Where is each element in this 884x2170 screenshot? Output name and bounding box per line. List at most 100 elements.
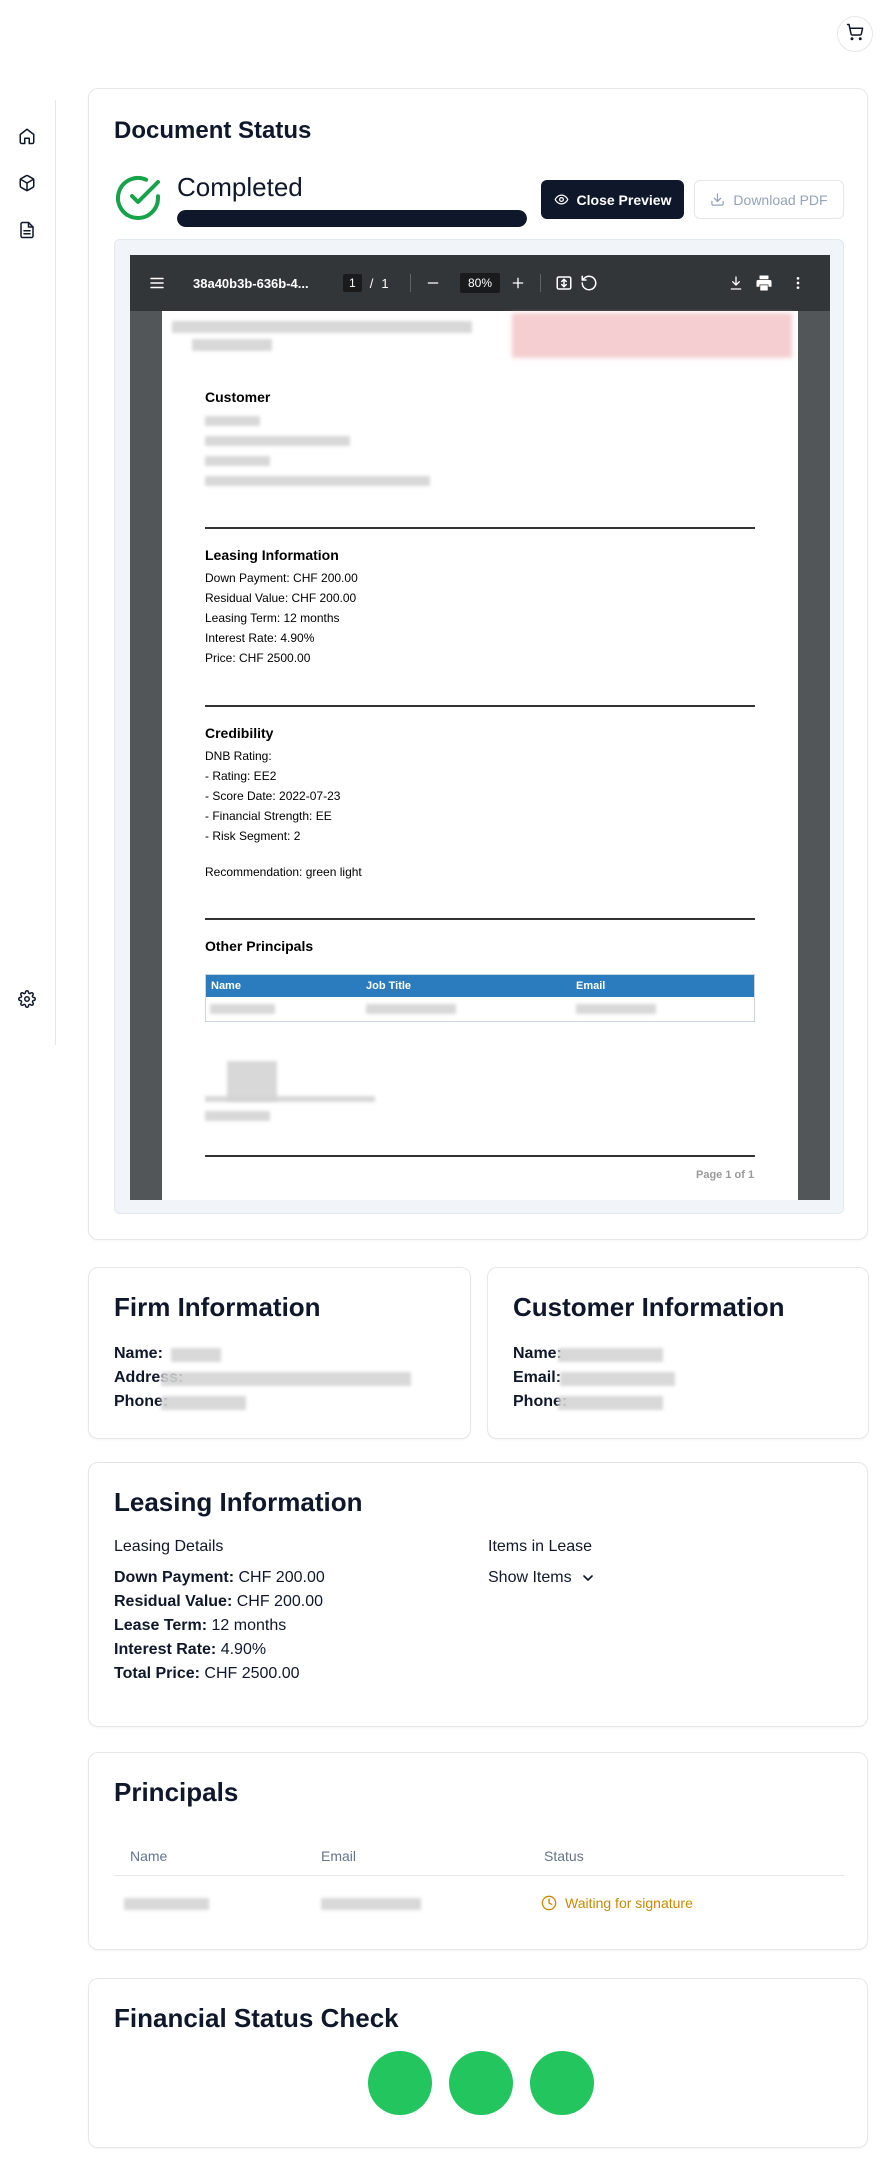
pdf-leasing-heading: Leasing Information <box>205 547 339 563</box>
status-indicator <box>368 2051 432 2115</box>
menu-icon[interactable] <box>148 255 166 311</box>
status-badge: Waiting for signature <box>541 1895 693 1911</box>
pdf-leasing-line: Down Payment: CHF 200.00 <box>205 571 358 585</box>
lease-term-row: Lease Term: 12 months <box>114 1617 286 1635</box>
status-text: Waiting for signature <box>565 1895 693 1911</box>
show-items-label: Show Items <box>488 1569 572 1586</box>
row-value: CHF 200.00 <box>236 1593 323 1610</box>
pdf-credibility-heading: Credibility <box>205 725 274 741</box>
pdf-leasing-line: Interest Rate: 4.90% <box>205 631 315 645</box>
eye-icon <box>554 194 568 205</box>
row-value: 4.90% <box>220 1641 267 1658</box>
pdf-credibility-line: - Risk Segment: 2 <box>205 829 301 843</box>
pdf-credibility-line: - Financial Strength: EE <box>205 809 332 823</box>
page-number-input[interactable]: 1 <box>343 274 362 292</box>
customer-information-title: Customer Information <box>513 1292 785 1322</box>
status-label: Completed <box>177 172 303 202</box>
column-header-name: Name <box>130 1848 168 1864</box>
rotate-icon[interactable] <box>580 255 598 311</box>
status-progress-fill <box>177 210 527 227</box>
row-value: 12 months <box>211 1617 287 1634</box>
more-options-icon[interactable] <box>790 255 806 311</box>
close-preview-button[interactable]: Close Preview <box>541 180 684 219</box>
sidebar <box>0 100 56 1045</box>
principals-card: Principals Name Email Status Waiting for… <box>88 1752 868 1950</box>
row-value: CHF 2500.00 <box>204 1665 300 1682</box>
column-header-email: Email <box>321 1848 357 1864</box>
pdf-preview-container: 38a40b3b-636b-4... 1 / 1 80% Customer Le… <box>114 239 844 1214</box>
row-label: Lease Term: <box>114 1617 208 1634</box>
leasing-details-heading: Leasing Details <box>114 1538 224 1555</box>
residual-value-row: Residual Value: CHF 200.00 <box>114 1593 323 1611</box>
zoom-level[interactable]: 80% <box>460 273 501 293</box>
leasing-information-title: Leasing Information <box>114 1487 363 1517</box>
pdf-customer-heading: Customer <box>205 389 271 405</box>
page-separator: / <box>369 275 374 291</box>
pdf-file-name: 38a40b3b-636b-4... <box>193 275 309 291</box>
check-circle-icon <box>114 174 162 227</box>
firm-name-label: Name: <box>114 1345 163 1362</box>
interest-rate-row: Interest Rate: 4.90% <box>114 1641 266 1659</box>
cart-button[interactable] <box>837 16 873 52</box>
document-status-card: Document Status Completed Close Preview … <box>88 88 868 1240</box>
column-header-status: Status <box>544 1848 584 1864</box>
fit-page-icon[interactable] <box>555 255 573 311</box>
customer-email-label: Email: <box>513 1369 562 1386</box>
pdf-credibility-line: - Rating: EE2 <box>205 769 277 783</box>
pdf-table-header: Name <box>211 980 241 992</box>
pdf-leasing-line: Leasing Term: 12 months <box>205 611 340 625</box>
download-icon <box>711 193 725 206</box>
pdf-credibility-line: - Score Date: 2022-07-23 <box>205 789 341 803</box>
financial-status-card: Financial Status Check <box>88 1978 868 2148</box>
pdf-principals-heading: Other Principals <box>205 938 314 954</box>
package-icon <box>19 174 35 192</box>
items-in-lease-heading: Items in Lease <box>488 1538 593 1555</box>
zoom-out-icon[interactable] <box>425 255 441 311</box>
cart-icon <box>846 23 864 46</box>
firm-information-card: Firm Information Name: Address: Phone: <box>88 1267 471 1439</box>
row-label: Down Payment: <box>114 1569 235 1586</box>
down-payment-row: Down Payment: CHF 200.00 <box>114 1569 325 1587</box>
document-status-title: Document Status <box>114 117 312 144</box>
row-label: Total Price: <box>114 1665 200 1682</box>
show-items-toggle[interactable]: Show Items <box>488 1569 596 1587</box>
row-label: Interest Rate: <box>114 1641 217 1658</box>
firm-information-title: Firm Information <box>114 1292 321 1322</box>
gear-icon <box>18 990 36 1008</box>
clock-icon <box>541 1895 557 1911</box>
financial-status-title: Financial Status Check <box>114 2003 399 2033</box>
pdf-download-icon[interactable] <box>728 255 744 311</box>
pdf-leasing-line: Price: CHF 2500.00 <box>205 651 311 665</box>
page-total: 1 <box>381 275 389 291</box>
pdf-page: Customer Leasing Information Down Paymen… <box>162 311 798 1200</box>
home-icon <box>19 128 35 145</box>
sidebar-item-products[interactable] <box>16 172 38 194</box>
sidebar-item-documents[interactable] <box>16 219 38 241</box>
document-icon <box>20 221 34 239</box>
pdf-table-header: Email <box>576 980 606 992</box>
download-pdf-button[interactable]: Download PDF <box>694 180 844 219</box>
download-pdf-label: Download PDF <box>733 191 828 208</box>
leasing-information-card: Leasing Information Leasing Details Item… <box>88 1462 868 1727</box>
pdf-recommendation: Recommendation: green light <box>205 865 362 879</box>
customer-information-card: Customer Information Name: Email: Phone: <box>487 1267 869 1439</box>
chevron-down-icon <box>582 1575 593 1581</box>
pdf-table-header: Job Title <box>366 980 412 992</box>
print-icon[interactable] <box>755 255 773 311</box>
status-indicator <box>530 2051 594 2115</box>
row-label: Residual Value: <box>114 1593 233 1610</box>
pdf-credibility-line: DNB Rating: <box>205 749 272 763</box>
pdf-leasing-line: Residual Value: CHF 200.00 <box>205 591 357 605</box>
status-progress-bar <box>177 210 527 227</box>
pdf-principals-table: Name Job Title Email <box>205 974 755 1022</box>
customer-name-label: Name: <box>513 1345 562 1362</box>
sidebar-item-settings[interactable] <box>16 988 38 1010</box>
row-value: CHF 200.00 <box>238 1569 325 1586</box>
pdf-viewer[interactable]: 38a40b3b-636b-4... 1 / 1 80% Customer Le… <box>130 255 830 1200</box>
pdf-toolbar: 38a40b3b-636b-4... 1 / 1 80% <box>130 255 830 311</box>
status-indicator <box>449 2051 513 2115</box>
zoom-in-icon[interactable] <box>510 255 526 311</box>
sidebar-item-home[interactable] <box>16 125 38 147</box>
principals-title: Principals <box>114 1777 239 1807</box>
pdf-page-footer: Page 1 of 1 <box>696 1169 755 1181</box>
